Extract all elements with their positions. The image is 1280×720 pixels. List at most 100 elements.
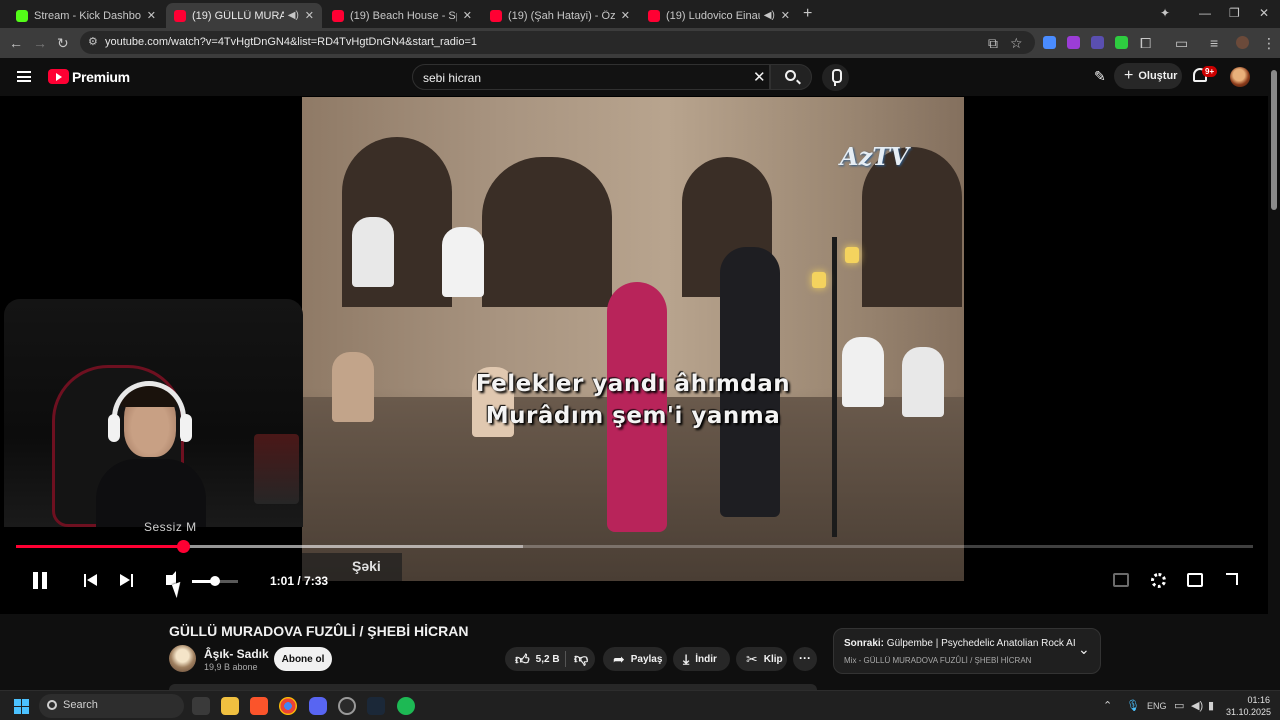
volume-knob[interactable]	[210, 576, 220, 586]
profile-avatar-icon[interactable]	[1236, 36, 1249, 49]
video-player[interactable]: AzTV Felekler yandı âhımdan Murâdım şem'…	[0, 96, 1268, 614]
youtube-header: Premium ✕ ✎ + Oluştur 9+	[0, 58, 1268, 96]
discord-icon[interactable]	[309, 697, 327, 715]
taskbar-search[interactable]: Search	[39, 694, 184, 718]
clear-search-icon[interactable]: ✕	[753, 68, 766, 86]
reload-icon[interactable]: ↻	[57, 35, 69, 52]
cast-sparkle-icon[interactable]: ✎	[1094, 68, 1106, 85]
extension-icon[interactable]	[1091, 36, 1104, 49]
forward-arrow-icon[interactable]: →	[33, 35, 47, 51]
account-avatar[interactable]	[1230, 67, 1250, 87]
video-frame[interactable]: AzTV Felekler yandı âhımdan Murâdım şem'…	[302, 97, 964, 581]
brave-browser-icon[interactable]	[250, 697, 268, 715]
address-bar[interactable]: ⚙ youtube.com/watch?v=4TvHgtDnGN4&list=R…	[80, 31, 1035, 54]
minimize-icon[interactable]: —	[1199, 6, 1211, 20]
like-divider	[565, 651, 566, 667]
like-thumb-icon[interactable]: 👍︎	[515, 651, 530, 668]
share-button[interactable]: ➦ Paylaş	[603, 647, 667, 671]
create-button[interactable]: + Oluştur	[1114, 63, 1182, 89]
file-explorer-icon[interactable]	[221, 697, 239, 715]
bookmark-star-icon[interactable]: ☆	[1010, 35, 1023, 52]
dislike-thumb-icon[interactable]: 👎︎	[574, 650, 588, 667]
share-label: Paylaş	[630, 653, 663, 665]
taskbar-search-label: Search	[63, 699, 98, 711]
volume-slider[interactable]	[192, 576, 238, 586]
search-button[interactable]	[770, 64, 812, 90]
youtube-logo-icon[interactable]	[48, 69, 69, 84]
channel-name[interactable]: Âşık- Sadık	[204, 647, 269, 661]
next-icon[interactable]	[120, 574, 134, 587]
site-info-icon[interactable]: ⚙	[88, 35, 98, 48]
new-tab-icon[interactable]: +	[803, 5, 812, 23]
battery-icon[interactable]: ▮	[1208, 699, 1214, 712]
spotify-icon[interactable]	[397, 697, 415, 715]
windows-start-icon[interactable]	[14, 699, 29, 714]
chevron-down-icon[interactable]: ⌄	[1078, 641, 1090, 658]
page-scrollbar[interactable]	[1268, 58, 1280, 690]
extensions-puzzle-icon[interactable]: ⧠	[1140, 35, 1151, 52]
settings-gear-icon[interactable]	[1151, 573, 1166, 588]
app-root: Stream - Kick Dashboard ✕ (19) GÜLLÜ MUR…	[0, 0, 1280, 720]
close-tab-icon[interactable]: ✕	[147, 9, 156, 22]
more-actions-icon[interactable]: ···	[793, 647, 817, 671]
clip-button[interactable]: ✂ Klip	[736, 647, 787, 671]
speaker-icon[interactable]: ◀)	[288, 10, 299, 21]
task-view-icon[interactable]	[192, 697, 210, 715]
language-indicator[interactable]: ENG	[1147, 701, 1167, 711]
close-tab-icon[interactable]: ✕	[621, 9, 630, 22]
progress-bar[interactable]	[16, 540, 1253, 553]
theater-mode-icon[interactable]	[1187, 573, 1203, 587]
background-arch	[482, 157, 612, 307]
extension-icon[interactable]	[1115, 36, 1128, 49]
browser-menu-icon[interactable]: ⋮	[1262, 35, 1276, 52]
subscribe-button[interactable]: Abone ol	[274, 647, 332, 671]
youtube-favicon-icon	[174, 9, 186, 22]
progress-scrubber[interactable]	[176, 540, 190, 553]
like-count[interactable]: 5,2 B	[536, 654, 560, 665]
clock-time: 01:16	[1247, 695, 1270, 705]
install-app-icon[interactable]: ⧉	[988, 35, 998, 52]
subtitles-icon[interactable]	[1113, 573, 1129, 587]
network-icon[interactable]: ▭	[1174, 699, 1184, 712]
plus-icon: +	[1124, 67, 1134, 84]
tab-gullu-muradova[interactable]: (19) GÜLLÜ MURADOVA FU ◀) ✕	[166, 3, 322, 28]
close-window-icon[interactable]: ✕	[1259, 6, 1269, 20]
scrollbar-thumb[interactable]	[1271, 70, 1277, 210]
previous-icon[interactable]	[84, 574, 98, 587]
hamburger-menu-icon[interactable]	[17, 71, 31, 82]
tab-kick-dashboard[interactable]: Stream - Kick Dashboard ✕	[8, 3, 164, 28]
side-panel-icon[interactable]: ▭	[1175, 35, 1188, 52]
obs-icon[interactable]	[338, 697, 356, 715]
fullscreen-icon[interactable]	[1226, 573, 1238, 585]
close-tab-icon[interactable]: ✕	[463, 9, 472, 22]
speaker-icon[interactable]: ◀)	[764, 10, 775, 21]
voice-search-icon[interactable]	[822, 64, 849, 91]
extension-icon[interactable]	[1067, 36, 1080, 49]
tab-beach-house[interactable]: (19) Beach House - Space Song ✕	[324, 3, 480, 28]
back-arrow-icon[interactable]: ←	[9, 35, 23, 51]
pause-icon[interactable]	[33, 572, 47, 589]
search-input[interactable]	[423, 69, 743, 86]
headphone-earcup	[108, 414, 120, 442]
up-next-card[interactable]: Sonraki: Gülpembe | Psychedelic Anatolia…	[833, 628, 1101, 674]
system-clock[interactable]: 01:16 31.10.2025	[1226, 694, 1271, 718]
tab-sah-hatayi[interactable]: (19) (Şah Hatayi) - Özün Eğri is ✕	[482, 3, 638, 28]
tray-chevron-up-icon[interactable]: ⌃	[1103, 699, 1112, 712]
speaker-tray-icon[interactable]: ◀)	[1191, 699, 1203, 712]
aztv-watermark: AzTV	[840, 142, 909, 171]
chrome-icon[interactable]	[279, 697, 297, 715]
url-text: youtube.com/watch?v=4TvHgtDnGN4&list=RD4…	[105, 36, 478, 48]
download-button[interactable]: ⤓ İndir	[673, 647, 730, 671]
close-tab-icon[interactable]: ✕	[781, 9, 790, 22]
tab-ludovico-einaudi[interactable]: (19) Ludovico Einaudi - Exp ◀) ✕	[640, 3, 798, 28]
extension-icon[interactable]	[1043, 36, 1056, 49]
steam-icon[interactable]	[367, 697, 385, 715]
channel-avatar[interactable]	[169, 645, 196, 672]
gemini-sparkle-icon[interactable]: ✦	[1160, 6, 1170, 20]
logo-text[interactable]: Premium	[72, 69, 130, 85]
youtube-favicon-icon	[648, 9, 660, 22]
microphone-tray-icon[interactable]: 🎙︎	[1126, 699, 1140, 712]
close-tab-icon[interactable]: ✕	[305, 9, 314, 22]
reading-list-icon[interactable]: ≡	[1210, 35, 1218, 51]
restore-icon[interactable]: ❐	[1229, 6, 1240, 20]
